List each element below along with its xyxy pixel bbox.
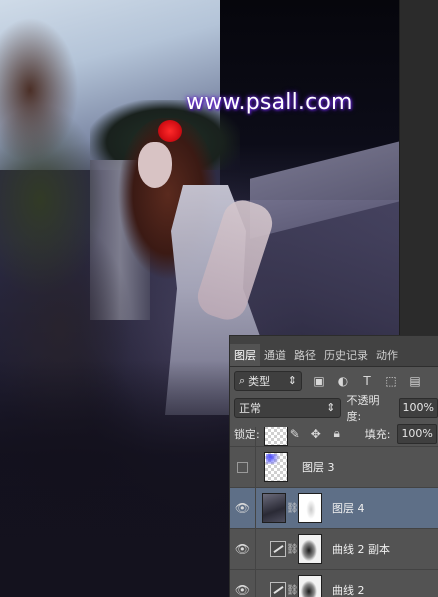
layer-name: 图层 4 — [332, 502, 365, 515]
opacity-input[interactable]: 100% — [398, 397, 438, 418]
layer-name: 曲线 2 副本 — [332, 543, 390, 556]
filter-type-label: 类型 — [248, 374, 271, 388]
layer-row-curves-2-copy[interactable]: 👁︎ ⛓︎ 曲线 2 副本 — [230, 528, 438, 570]
adjustment-circle-icon[interactable]: ◐ — [336, 374, 350, 388]
image-icon[interactable]: ▣ — [312, 374, 326, 388]
layer-thumbnail — [262, 493, 286, 523]
watermark-text: www.psall.com — [186, 90, 353, 115]
layer-thumbnail — [264, 427, 288, 446]
eye-icon: 👁︎ — [234, 542, 251, 556]
tab-history[interactable]: 历史记录 — [320, 344, 372, 366]
hidden-box-icon — [237, 461, 248, 473]
layer-row-3[interactable]: 图层 3 — [230, 446, 438, 488]
visibility-toggle[interactable]: 👁︎ — [230, 487, 256, 529]
layer-mask-thumbnail[interactable] — [298, 534, 322, 564]
visibility-toggle[interactable] — [230, 427, 256, 446]
curves-adjustment-icon — [270, 582, 286, 597]
layer-filter-select[interactable]: ⌕ 类型 ⇕ — [234, 370, 302, 391]
tab-layers[interactable]: 图层 — [230, 344, 260, 366]
side-panel-strip — [399, 0, 438, 335]
updown-arrow-icon: ⇕ — [287, 374, 297, 387]
opacity-label: 不透明度: — [346, 393, 380, 423]
curves-adjustment-icon — [270, 541, 286, 557]
blend-mode-select[interactable]: 正常 ⇕ — [234, 397, 341, 418]
layer-row-4[interactable]: 👁︎ ⛓︎ 图层 4 — [230, 487, 438, 529]
filter-row: ⌕ 类型 ⇕ ▣ ◐ T ⬚ ▤ — [230, 367, 438, 394]
layer-mask-thumbnail[interactable] — [298, 575, 322, 597]
mask-link-icon[interactable]: ⛓︎ — [286, 585, 299, 596]
layer-list: 图层 3 👁︎ ⛓︎ 图层 4 👁︎ ⛓︎ 曲线 2 副本 👁︎ ⛓︎ 曲线 2 — [230, 427, 438, 597]
mask-link-icon[interactable]: ⛓︎ — [286, 544, 299, 555]
layer-name: 图层 3 — [302, 461, 335, 474]
shape-icon[interactable]: ⬚ — [384, 374, 398, 388]
visibility-toggle[interactable]: 👁︎ — [230, 528, 256, 570]
visibility-toggle-off[interactable] — [230, 446, 256, 488]
tab-paths[interactable]: 路径 — [290, 344, 320, 366]
layer-row-partial[interactable] — [230, 427, 438, 447]
smart-object-icon[interactable]: ▤ — [408, 374, 422, 388]
blend-row: 正常 ⇕ 不透明度: 100% — [230, 393, 438, 423]
layer-row-curves-2[interactable]: 👁︎ ⛓︎ 曲线 2 — [230, 569, 438, 597]
search-icon: ⌕ — [239, 373, 246, 387]
panel-tab-bar: 图层 通道 路径 历史记录 动作 — [230, 336, 438, 367]
layer-name: 曲线 2 — [332, 584, 365, 597]
layer-thumbnail — [264, 452, 288, 482]
updown-arrow-icon: ⇕ — [326, 401, 336, 414]
eye-icon: 👁︎ — [234, 583, 251, 597]
eye-icon: 👁︎ — [234, 501, 251, 515]
blend-mode-value: 正常 — [239, 401, 261, 415]
mask-link-icon[interactable]: ⛓︎ — [286, 503, 299, 514]
text-icon[interactable]: T — [360, 374, 374, 388]
visibility-toggle[interactable]: 👁︎ — [230, 569, 256, 597]
tab-actions[interactable]: 动作 — [372, 344, 402, 366]
layers-panel: 图层 通道 路径 历史记录 动作 ⌕ 类型 ⇕ ▣ ◐ T ⬚ ▤ 正常 ⇕ 不… — [229, 335, 438, 597]
layer-mask-thumbnail[interactable] — [298, 493, 322, 523]
tab-channels[interactable]: 通道 — [260, 344, 290, 366]
